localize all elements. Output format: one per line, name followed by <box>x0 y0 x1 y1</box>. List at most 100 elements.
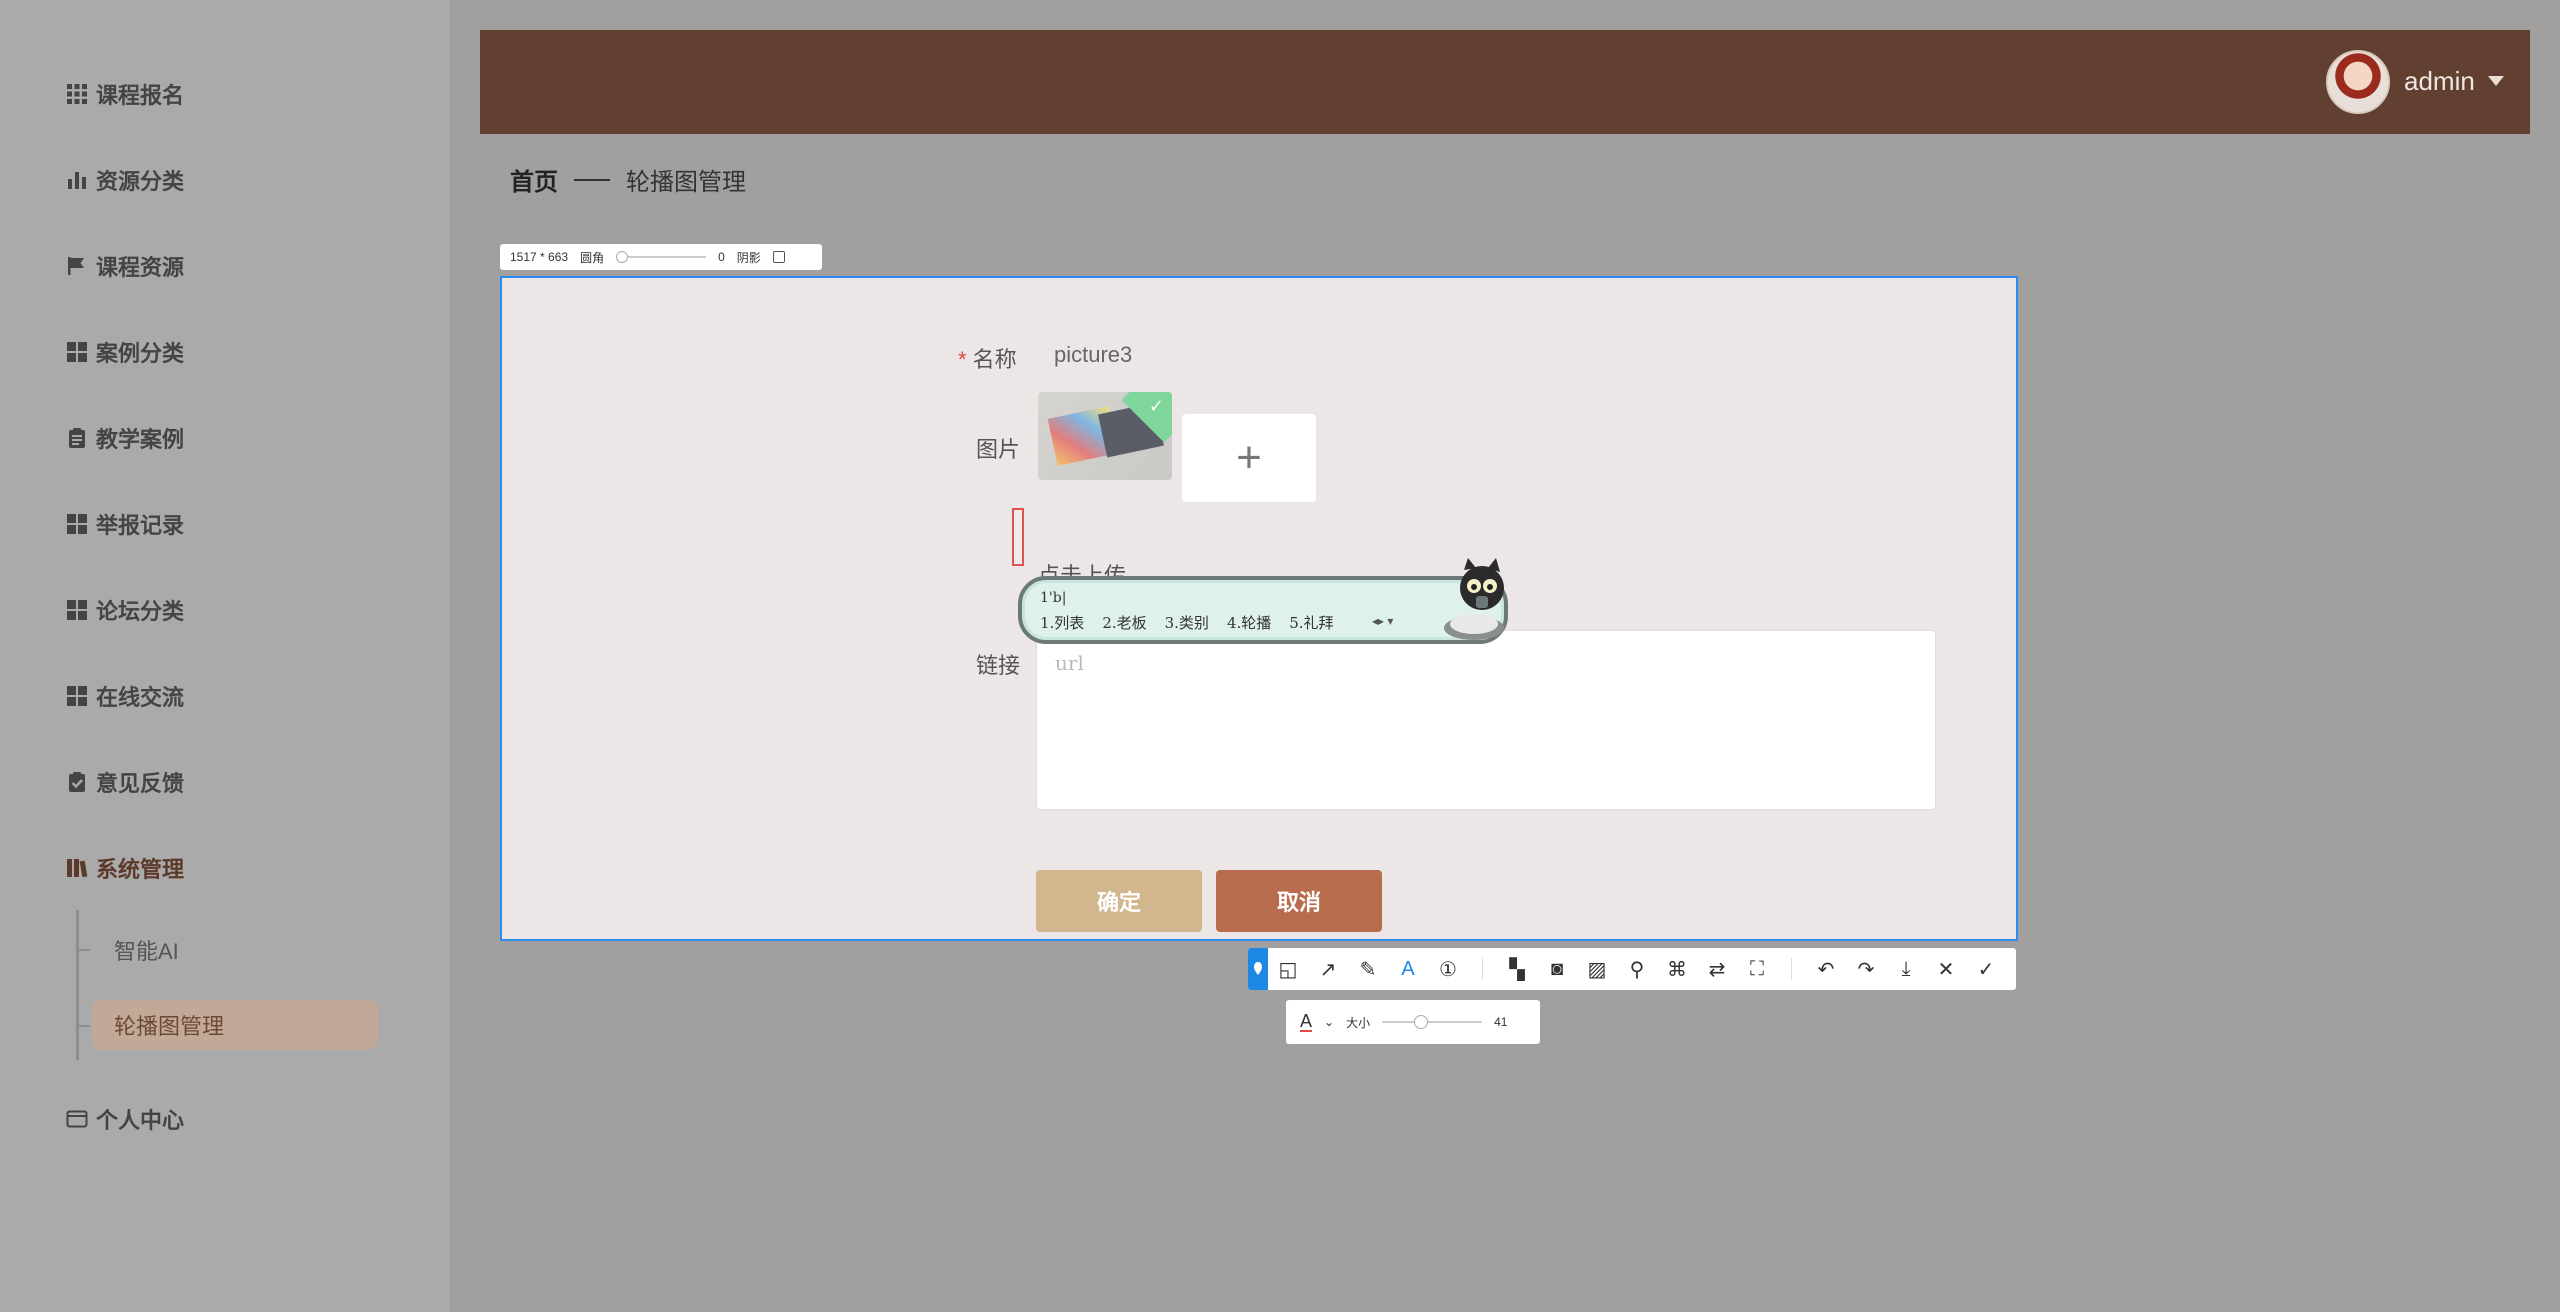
uploaded-image-thumbnail[interactable]: ✓ <box>1038 392 1172 480</box>
menu-label: 系统管理 <box>96 857 185 882</box>
plus-icon: + <box>1236 433 1262 482</box>
hatch-icon[interactable]: ▨ <box>1577 948 1617 990</box>
pin-toolbar-icon[interactable] <box>1248 948 1268 990</box>
menu-item-online-chat[interactable]: 在线交流 <box>66 676 184 716</box>
submenu-item-smart-ai[interactable]: 智能AI <box>92 925 378 975</box>
radius-label: 圆角 <box>580 250 605 265</box>
name-input[interactable]: picture3 <box>1054 342 1132 368</box>
menu-label: 课程资源 <box>96 255 185 280</box>
book-icon <box>67 859 88 878</box>
ime-page-arrows-icon[interactable]: ◂▸ ▾ <box>1372 614 1393 628</box>
scan-icon[interactable]: ⌘ <box>1657 948 1697 990</box>
font-color-caret-icon[interactable]: ⌄ <box>1324 1015 1334 1029</box>
pen-icon[interactable]: ✎ <box>1348 948 1388 990</box>
link-textarea[interactable]: url <box>1036 630 1936 810</box>
text-options-bar: A ⌄ 大小 41 <box>1286 1000 1540 1044</box>
ime-candidate-window: 1'b| 1.列表 2.老板 3.类别 4.轮播 5.礼拜 ◂▸ ▾ <box>1018 558 1508 644</box>
breadcrumb: 首页 轮播图管理 <box>510 162 746 197</box>
annotation-toolbar: ◱ ↗ ✎ A ① ▚ ◙ ▨ ⚲ ⌘ ⇄ ⛶ ↶ ↷ ⤓ ✕ ✓ <box>1248 948 2016 990</box>
submenu-tick <box>76 1025 90 1027</box>
ime-candidate[interactable]: 4.轮播 <box>1227 612 1271 633</box>
redo-icon[interactable]: ↷ <box>1846 948 1886 990</box>
grid-icon <box>67 84 87 104</box>
screenshot-info-bar: 1517 * 663 圆角 0 阴影 <box>500 244 822 270</box>
toolbar-divider <box>1482 958 1483 980</box>
menu-label: 举报记录 <box>96 513 185 538</box>
breadcrumb-home[interactable]: 首页 <box>510 162 558 197</box>
flag-icon <box>68 257 84 275</box>
ime-composition: 1'b| <box>1040 590 1067 606</box>
pin-icon[interactable]: ⚲ <box>1617 948 1657 990</box>
menu-item-report-record[interactable]: 举报记录 <box>66 504 184 544</box>
ime-candidates: 1.列表 2.老板 3.类别 4.轮播 5.礼拜 <box>1040 612 1334 633</box>
ime-candidate[interactable]: 2.老板 <box>1102 612 1146 633</box>
menu-item-feedback[interactable]: 意见反馈 <box>66 762 184 802</box>
ime-candidate[interactable]: 3.类别 <box>1165 612 1209 633</box>
breadcrumb-current: 轮播图管理 <box>626 169 746 196</box>
caret-down-icon[interactable] <box>2488 76 2504 86</box>
size-value: 41 <box>1494 1015 1508 1029</box>
bar-chart-icon <box>68 172 86 189</box>
link-label: 链接 <box>976 653 1021 678</box>
grid-icon <box>67 686 87 706</box>
grid-icon <box>67 514 87 534</box>
undo-icon[interactable]: ↶ <box>1806 948 1846 990</box>
menu-item-case-category[interactable]: 案例分类 <box>66 332 184 372</box>
ime-mascot-icon <box>1444 558 1504 640</box>
cancel-button[interactable]: 取消 <box>1216 870 1382 932</box>
wallet-icon <box>66 1110 88 1128</box>
menu-label: 案例分类 <box>96 341 185 366</box>
size-label: 大小 <box>1346 1015 1371 1030</box>
size-slider[interactable] <box>1382 1015 1483 1029</box>
mosaic-icon[interactable]: ▚ <box>1497 948 1537 990</box>
menu-item-forum-category[interactable]: 论坛分类 <box>66 590 184 630</box>
user-name[interactable]: admin <box>2404 66 2475 97</box>
selection-size: 1517 * 663 <box>510 250 569 264</box>
required-mark: * <box>958 347 967 372</box>
top-header: admin <box>480 30 2530 134</box>
menu-item-course-resource[interactable]: 课程资源 <box>66 246 184 286</box>
number-icon[interactable]: ① <box>1428 948 1468 990</box>
ime-candidate[interactable]: 5.礼拜 <box>1289 612 1333 633</box>
radius-slider-knob[interactable] <box>616 251 629 263</box>
check-icon[interactable]: ✓ <box>1966 948 2006 990</box>
ime-candidate[interactable]: 1.列表 <box>1040 612 1084 633</box>
toolbar-divider <box>1791 958 1792 980</box>
submenu-label: 轮播图管理 <box>114 1014 225 1039</box>
arrow-icon[interactable]: ↗ <box>1308 948 1348 990</box>
menu-item-teaching-case[interactable]: 教学案例 <box>66 418 184 458</box>
submenu-line <box>76 910 79 1060</box>
grid-icon <box>67 600 87 620</box>
avatar[interactable] <box>2326 50 2390 114</box>
download-icon[interactable]: ⤓ <box>1886 948 1926 990</box>
menu-label: 个人中心 <box>96 1108 185 1133</box>
size-slider-knob[interactable] <box>1414 1015 1429 1029</box>
upload-button[interactable]: + <box>1182 414 1316 502</box>
blur-icon[interactable]: ◙ <box>1537 948 1577 990</box>
menu-label: 教学案例 <box>96 427 185 452</box>
sidebar: 课程报名 资源分类 课程资源 案例分类 教学案例 举报记录 论坛分类 在线交流 … <box>0 0 450 1312</box>
menu-label: 意见反馈 <box>96 771 185 796</box>
name-label-text: 名称 <box>972 347 1017 372</box>
menu-item-system-management[interactable]: 系统管理 <box>66 848 184 888</box>
close-icon[interactable]: ✕ <box>1926 948 1966 990</box>
submenu-tick <box>76 949 90 951</box>
radius-value: 0 <box>718 250 725 264</box>
translate-icon[interactable]: ⇄ <box>1697 948 1737 990</box>
image-label: 图片 <box>976 437 1021 462</box>
radius-slider[interactable] <box>616 251 707 263</box>
shapes-icon[interactable]: ◱ <box>1268 948 1308 990</box>
name-label: * 名称 <box>958 342 1017 374</box>
ocr-icon[interactable]: ⛶ <box>1737 948 1777 990</box>
menu-item-resource-category[interactable]: 资源分类 <box>66 160 184 200</box>
text-icon[interactable]: A <box>1388 948 1428 990</box>
confirm-button[interactable]: 确定 <box>1036 870 1202 932</box>
shadow-checkbox[interactable] <box>772 251 785 263</box>
font-color-icon[interactable]: A <box>1300 1012 1313 1032</box>
text-cursor-marker <box>1012 508 1024 566</box>
menu-item-personal-center[interactable]: 个人中心 <box>66 1099 184 1139</box>
menu-item-course-signup[interactable]: 课程报名 <box>66 74 184 114</box>
submenu-item-carousel-management[interactable]: 轮播图管理 <box>92 1000 378 1050</box>
breadcrumb-separator <box>574 178 610 181</box>
menu-label: 在线交流 <box>96 685 185 710</box>
